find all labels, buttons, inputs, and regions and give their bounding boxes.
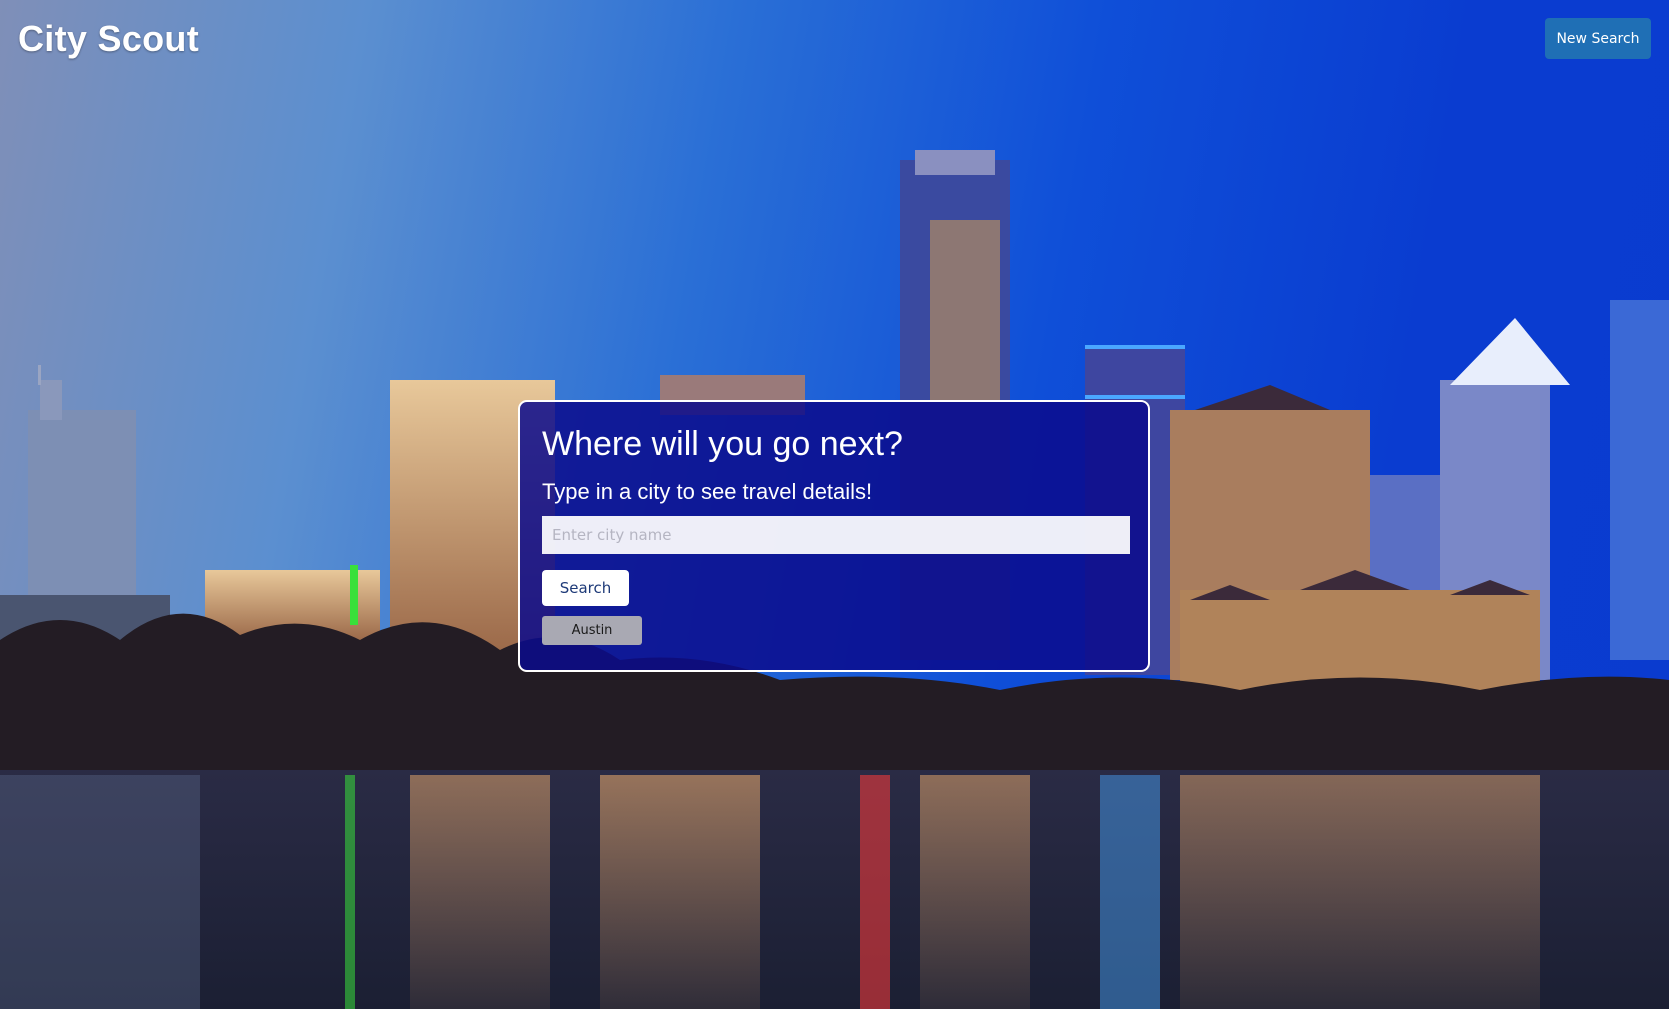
page: City Scout New Search Where will you go …: [0, 0, 1669, 1009]
search-card: Where will you go next? Type in a city t…: [518, 400, 1150, 672]
history-city-button[interactable]: Austin: [542, 616, 642, 645]
app-title: City Scout: [18, 18, 200, 59]
card-subtitle: Type in a city to see travel details!: [542, 479, 873, 504]
city-search-input[interactable]: [542, 516, 1130, 554]
search-button[interactable]: Search: [542, 570, 629, 606]
card-title: Where will you go next?: [542, 425, 903, 463]
new-search-button[interactable]: New Search: [1545, 18, 1651, 59]
